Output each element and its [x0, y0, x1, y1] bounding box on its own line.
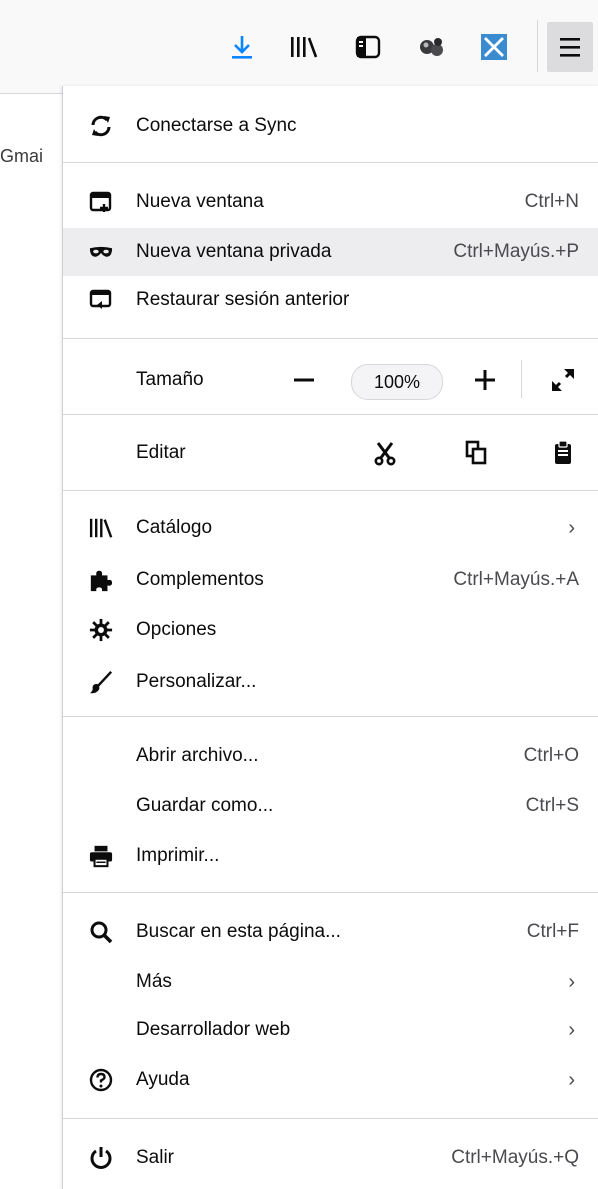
open-file-menu-item[interactable]: Abrir archivo... Ctrl+O	[63, 732, 598, 780]
new-window-label: Nueva ventana	[136, 191, 264, 212]
find-in-page-menu-item[interactable]: Buscar en esta página... Ctrl+F	[63, 908, 598, 956]
shield-extension-button[interactable]	[472, 22, 516, 72]
new-window-shortcut: Ctrl+N	[524, 191, 579, 212]
chevron-right-icon: ›	[568, 1068, 575, 1091]
sync-label: Conectarse a Sync	[136, 115, 297, 136]
library-icon	[291, 37, 318, 58]
hamburger-menu-icon	[560, 38, 580, 57]
help-label: Ayuda	[136, 1069, 190, 1090]
private-window-shortcut: Ctrl+Mayús.+P	[453, 241, 579, 262]
print-menu-item[interactable]: Imprimir...	[63, 832, 598, 880]
sidebar-icon	[355, 35, 381, 59]
power-icon	[89, 1146, 113, 1170]
addons-menu-item[interactable]: Complementos Ctrl+Mayús.+A	[63, 556, 598, 604]
zoom-label: Tamaño	[136, 369, 204, 390]
fullscreen-icon	[551, 368, 575, 392]
options-menu-item[interactable]: Opciones	[63, 606, 598, 654]
chevron-right-icon: ›	[568, 970, 575, 993]
open-file-shortcut: Ctrl+O	[523, 745, 579, 766]
shield-extension-icon	[481, 34, 507, 60]
find-label: Buscar en esta página...	[136, 921, 341, 942]
copy-button[interactable]	[460, 437, 492, 469]
save-as-shortcut: Ctrl+S	[525, 795, 579, 816]
search-icon	[89, 920, 113, 944]
new-window-menu-item[interactable]: Nueva ventana Ctrl+N	[63, 178, 598, 226]
menu-separator	[63, 414, 598, 415]
edit-controls-row: Editar	[63, 428, 598, 478]
chevron-right-icon: ›	[568, 516, 575, 539]
private-mask-icon	[89, 240, 113, 264]
zoom-controls-row: Tamaño 100%	[63, 352, 598, 408]
help-icon	[89, 1068, 113, 1092]
extension-icon	[420, 38, 443, 56]
menu-separator	[63, 338, 598, 339]
zoom-out-button[interactable]	[288, 364, 320, 396]
quit-shortcut: Ctrl+Mayús.+Q	[451, 1147, 579, 1168]
scissors-icon	[374, 442, 396, 466]
downloads-button[interactable]	[220, 22, 264, 72]
open-menu-button[interactable]	[547, 22, 593, 72]
customize-menu-item[interactable]: Personalizar...	[63, 658, 598, 706]
menu-separator	[63, 162, 598, 163]
edit-label: Editar	[136, 442, 186, 463]
print-label: Imprimir...	[136, 845, 220, 866]
downloads-icon	[232, 36, 252, 59]
customize-label: Personalizar...	[136, 671, 257, 692]
private-window-menu-item[interactable]: Nueva ventana privada Ctrl+Mayús.+P	[63, 228, 598, 276]
restore-session-menu-item[interactable]: Restaurar sesión anterior	[63, 276, 598, 324]
browser-toolbar	[0, 0, 598, 94]
fullscreen-button[interactable]	[547, 364, 579, 396]
copy-icon	[465, 440, 487, 465]
library-label: Catálogo	[136, 517, 213, 538]
menu-separator	[63, 1118, 598, 1119]
menu-separator	[63, 716, 598, 717]
new-window-icon	[89, 190, 113, 214]
quit-label: Salir	[136, 1147, 175, 1168]
page-partial-text: Gmai	[0, 146, 44, 166]
chevron-right-icon: ›	[568, 1018, 575, 1041]
sync-menu-item[interactable]: Conectarse a Sync	[63, 102, 598, 150]
paste-button[interactable]	[547, 437, 579, 469]
addons-label: Complementos	[136, 569, 264, 590]
addons-shortcut: Ctrl+Mayús.+A	[453, 569, 579, 590]
open-file-label: Abrir archivo...	[136, 745, 259, 766]
toolbar-separator	[537, 20, 538, 72]
puzzle-piece-icon	[89, 568, 113, 592]
menu-separator	[63, 490, 598, 491]
library-icon	[89, 516, 113, 540]
zoom-in-button[interactable]	[469, 364, 501, 396]
restore-session-label: Restaurar sesión anterior	[136, 289, 350, 310]
library-menu-item[interactable]: Catálogo ›	[63, 504, 598, 552]
private-window-label: Nueva ventana privada	[136, 241, 332, 262]
cut-button[interactable]	[369, 437, 401, 469]
save-as-label: Guardar como...	[136, 795, 274, 816]
more-label: Más	[136, 971, 172, 992]
find-shortcut: Ctrl+F	[526, 921, 579, 942]
extension-button[interactable]	[410, 22, 454, 72]
paintbrush-icon	[89, 670, 113, 694]
menu-separator	[63, 892, 598, 893]
minus-icon	[294, 378, 314, 382]
web-developer-menu-item[interactable]: Desarrollador web ›	[63, 1006, 598, 1054]
help-menu-item[interactable]: Ayuda ›	[63, 1056, 598, 1104]
clipboard-icon	[555, 440, 571, 464]
plus-icon	[475, 370, 495, 390]
restore-session-icon	[89, 288, 113, 312]
sync-icon	[89, 114, 113, 138]
gear-icon	[89, 618, 113, 642]
save-as-menu-item[interactable]: Guardar como... Ctrl+S	[63, 782, 598, 830]
web-developer-label: Desarrollador web	[136, 1019, 291, 1040]
app-menu-panel: Conectarse a Sync Nueva ventana Ctrl+N N…	[62, 86, 598, 1189]
zoom-separator	[521, 360, 522, 398]
sidebar-button[interactable]	[346, 22, 390, 72]
options-label: Opciones	[136, 619, 217, 640]
printer-icon	[89, 844, 113, 868]
quit-menu-item[interactable]: Salir Ctrl+Mayús.+Q	[63, 1134, 598, 1182]
zoom-reset-button[interactable]: 100%	[351, 364, 443, 400]
more-menu-item[interactable]: Más ›	[63, 958, 598, 1006]
library-button[interactable]	[282, 22, 326, 72]
